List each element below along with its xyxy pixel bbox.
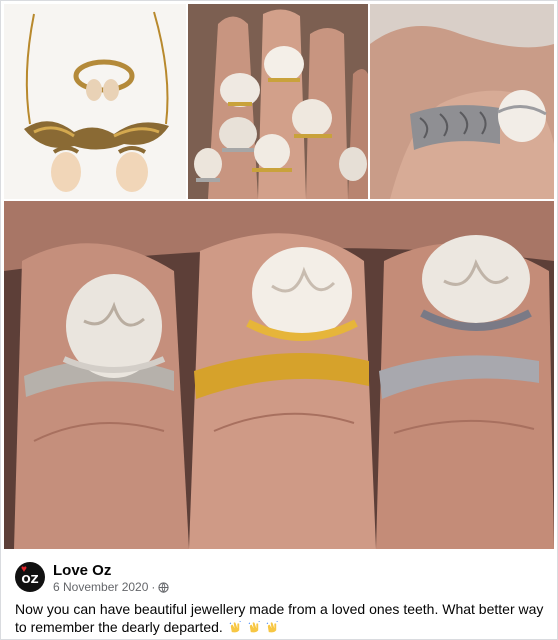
post-caption: Now you can have beautiful jewellery mad… — [15, 600, 545, 636]
facebook-post: ♥ OZ Love Oz 6 November 2020 · Now you c… — [0, 0, 558, 640]
silver-tooth-ring-photo[interactable] — [370, 4, 554, 199]
multiple-tooth-rings-photo[interactable] — [188, 4, 368, 199]
avatar-logo-text: OZ — [21, 573, 39, 586]
page-avatar[interactable]: ♥ OZ — [15, 562, 45, 592]
globe-icon[interactable] — [158, 581, 170, 593]
three-rings-image — [4, 201, 554, 549]
post-meta: 6 November 2020 · — [53, 580, 170, 594]
clapping-hands-icon — [229, 621, 241, 633]
three-tooth-rings-photo[interactable] — [4, 201, 554, 549]
clapping-hands-icon — [248, 621, 260, 633]
meta-separator: · — [151, 580, 156, 594]
silver-ring-image — [370, 4, 554, 199]
post-footer: ♥ OZ Love Oz 6 November 2020 · Now you c… — [1, 553, 557, 639]
rings-on-fingers-image — [188, 4, 368, 199]
necklace-image — [4, 4, 186, 199]
page-name-link[interactable]: Love Oz — [53, 562, 111, 579]
photo-grid — [4, 4, 554, 549]
necklace-and-ring-photo[interactable] — [4, 4, 186, 199]
clapping-hands-icon — [267, 621, 279, 633]
post-date[interactable]: 6 November 2020 — [53, 580, 148, 594]
